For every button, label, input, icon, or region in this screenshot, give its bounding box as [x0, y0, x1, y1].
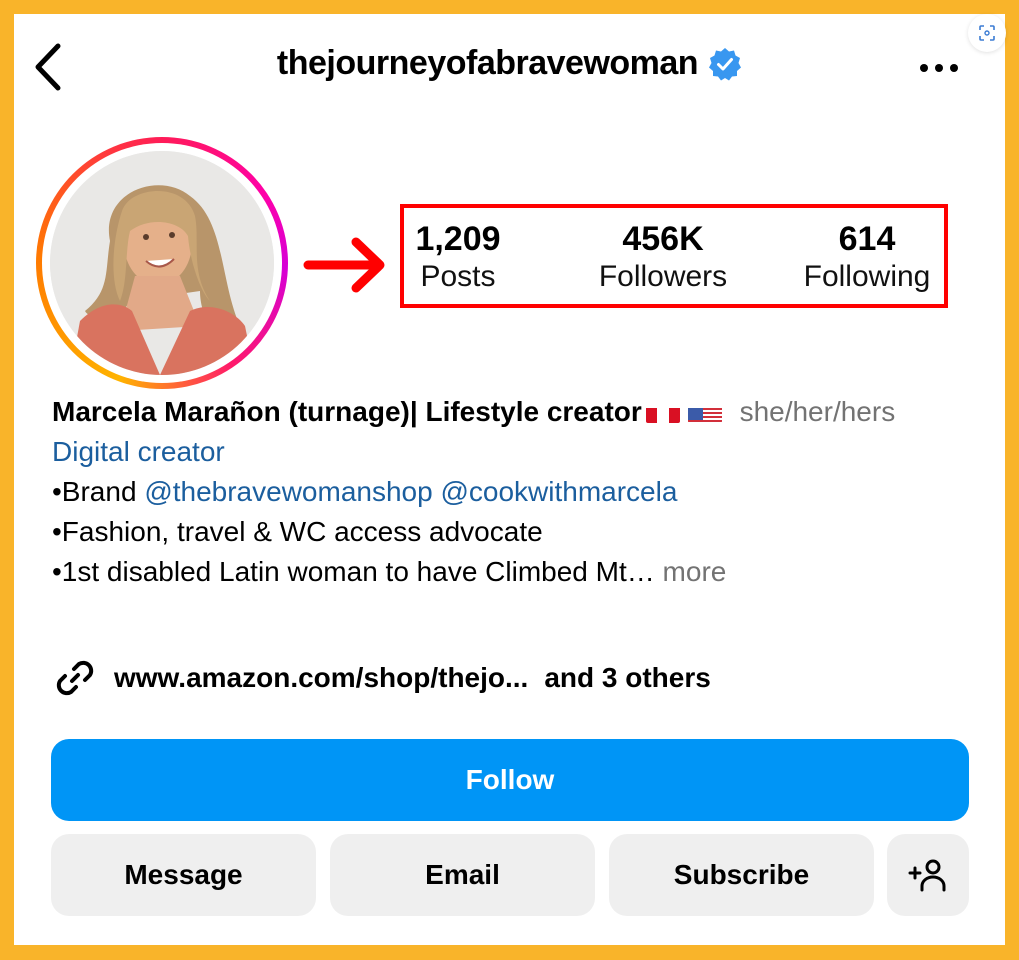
add-person-icon — [908, 859, 946, 892]
pronouns: she/her/hers — [739, 396, 896, 427]
avatar-photo — [50, 151, 274, 375]
bio-line-3: •1st disabled Latin woman to have Climbe… — [52, 552, 952, 592]
bio-line-3-text: •1st disabled Latin woman to have Climbe… — [52, 556, 655, 587]
stat-following[interactable]: 614 Following — [792, 220, 942, 296]
followers-label: Followers — [598, 260, 728, 293]
story-ring[interactable] — [36, 137, 288, 389]
header-title: thejourneyofabravewoman — [0, 44, 1019, 83]
us-flag-icon — [687, 401, 722, 423]
stats-highlight-box: 1,209 Posts 456K Followers 614 Following — [400, 204, 948, 308]
following-label: Following — [803, 260, 931, 293]
peru-flag-icon — [645, 401, 680, 423]
scan-icon — [979, 25, 995, 41]
link-url[interactable]: www.amazon.com/shop/thejo... — [114, 662, 528, 694]
arrow-right-icon — [303, 237, 385, 293]
followers-count: 456K — [622, 220, 704, 258]
link-icon — [56, 660, 94, 696]
more-options-button[interactable] — [915, 58, 963, 78]
message-button[interactable]: Message — [51, 834, 316, 916]
external-links[interactable]: www.amazon.com/shop/thejo... and 3 other… — [52, 655, 711, 701]
annotation-arrow — [300, 236, 390, 294]
bio: Marcela Marañon (turnage)| Lifestyle cre… — [52, 392, 952, 592]
bio-line-2: •Fashion, travel & WC access advocate — [52, 516, 543, 547]
following-count: 614 — [838, 220, 896, 258]
stat-posts[interactable]: 1,209 Posts — [406, 220, 510, 296]
bio-line-1-prefix: •Brand — [52, 476, 145, 507]
subscribe-button[interactable]: Subscribe — [609, 834, 874, 916]
bio-line-1: •Brand @thebravewomanshop @cookwithmarce… — [52, 472, 952, 512]
posts-label: Posts — [420, 260, 496, 293]
username: thejourneyofabravewoman — [276, 44, 699, 82]
avatar[interactable] — [50, 151, 274, 375]
suggested-accounts-button[interactable] — [887, 834, 969, 916]
link-others[interactable]: and 3 others — [544, 662, 710, 694]
stat-followers[interactable]: 456K Followers — [588, 220, 738, 296]
follow-button[interactable]: Follow — [51, 739, 969, 821]
verified-badge-icon — [709, 47, 742, 80]
mention-cookwithmarcela[interactable]: @cookwithmarcela — [440, 476, 677, 507]
mention-thebravewomanshop[interactable]: @thebravewomanshop — [144, 476, 432, 507]
more-horizontal-icon — [920, 64, 958, 72]
display-name: Marcela Marañon (turnage)| Lifestyle cre… — [52, 396, 642, 427]
posts-count: 1,209 — [415, 220, 501, 258]
category[interactable]: Digital creator — [52, 432, 952, 472]
email-button[interactable]: Email — [330, 834, 595, 916]
bio-name-line: Marcela Marañon (turnage)| Lifestyle cre… — [52, 392, 952, 432]
more-link[interactable]: more — [663, 556, 727, 587]
